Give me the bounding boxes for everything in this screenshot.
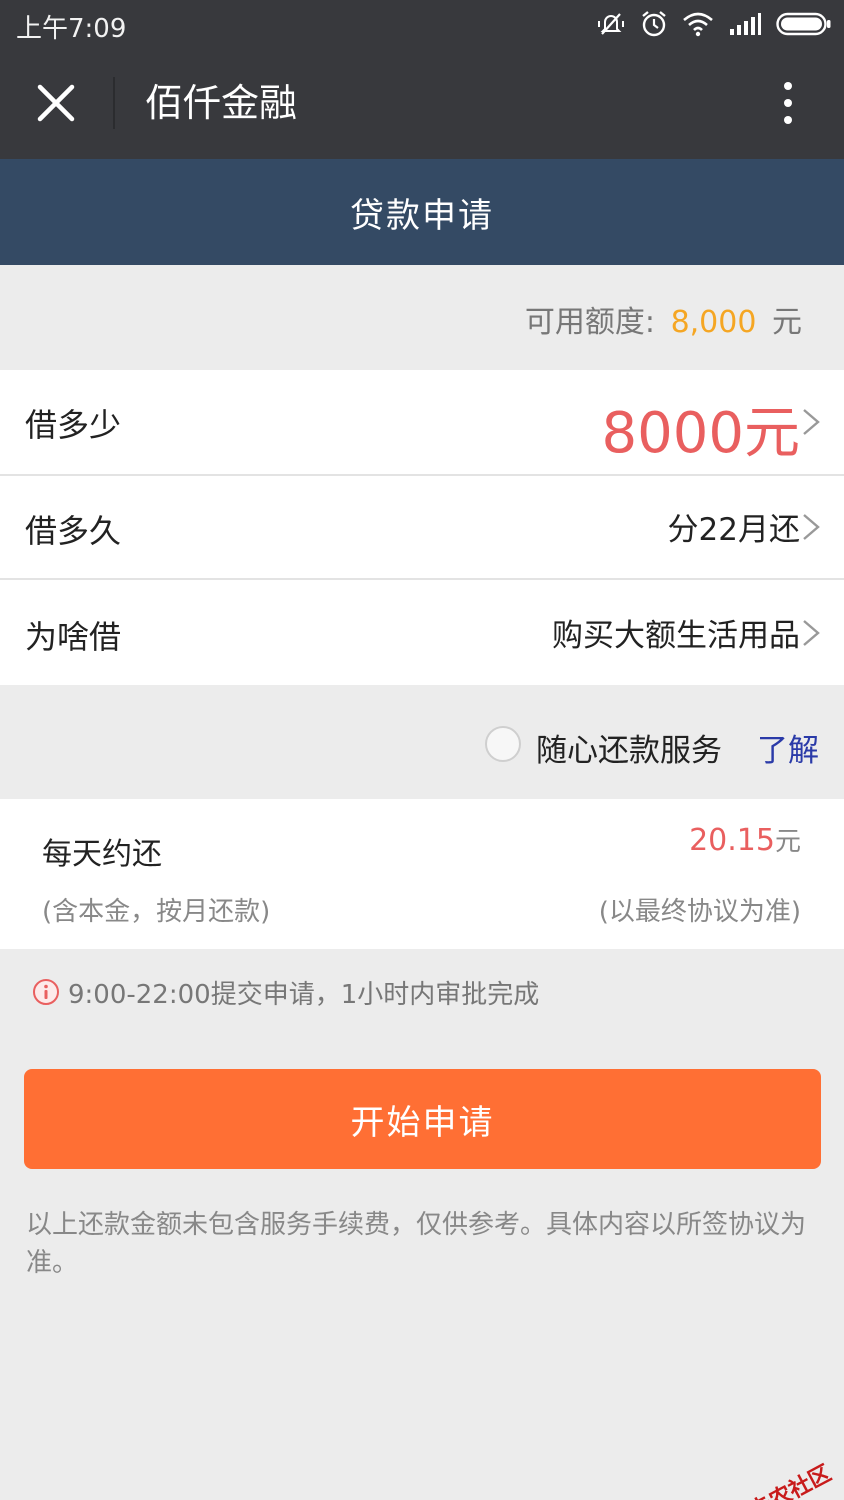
close-icon	[37, 84, 75, 122]
page-header: 贷款申请	[0, 159, 844, 265]
approval-info: 9:00-22:00提交申请，1小时内审批完成	[32, 976, 540, 1010]
service-radio[interactable]	[485, 726, 521, 762]
start-application-button[interactable]: 开始申请	[24, 1069, 821, 1169]
service-label: 随心还款服务	[536, 733, 722, 769]
daily-label: 每天约还	[42, 837, 162, 872]
status-time: 上午7:09	[16, 14, 127, 44]
start-application-label: 开始申请	[350, 1102, 495, 1143]
row-label: 为啥借	[25, 618, 122, 656]
chevron-right-icon	[803, 620, 820, 646]
nav-bar: 佰仟金融	[0, 47, 844, 159]
chevron-right-icon	[803, 409, 820, 435]
info-icon	[33, 979, 59, 1005]
daily-amount-unit: 元	[774, 827, 801, 857]
alarm-icon	[642, 11, 666, 37]
approval-info-text: 9:00-22:00提交申请，1小时内审批完成	[68, 979, 540, 1010]
more-dot-icon	[784, 99, 792, 107]
quota-label: 可用额度:	[524, 305, 656, 340]
disclaimer-text: 以上还款金额未包含服务手续费，仅供参考。具体内容以所签协议为准。	[26, 1210, 807, 1278]
page-title: 贷款申请	[350, 195, 494, 236]
quota-line: 可用额度: 8,000 元	[525, 297, 802, 341]
row-loan-purpose[interactable]: 为啥借 购买大额生活用品	[0, 580, 844, 685]
more-dot-icon	[784, 82, 792, 90]
mute-vibrate-icon	[598, 13, 624, 35]
loan-term-value: 分22月还	[667, 512, 800, 548]
battery-icon	[776, 12, 831, 36]
row-label: 借多少	[25, 406, 122, 444]
more-dot-icon	[784, 116, 792, 124]
loan-amount-value: 8000元	[601, 401, 800, 466]
daily-amount: 20.15元	[689, 821, 801, 858]
chevron-right-icon	[803, 514, 820, 540]
status-icons	[596, 8, 832, 40]
more-menu-button[interactable]	[760, 75, 816, 131]
nav-title: 佰仟金融	[145, 81, 298, 125]
row-label: 借多久	[25, 512, 122, 550]
nav-divider	[113, 77, 115, 129]
daily-amount-number: 20.15	[689, 823, 775, 858]
status-bar: 上午7:09	[0, 0, 844, 47]
signal-icon	[730, 13, 761, 35]
learn-more-link[interactable]: 了解	[757, 725, 819, 770]
loan-purpose-value: 购买大额生活用品	[552, 618, 800, 654]
quota-section: 可用额度: 8,000 元	[0, 265, 844, 370]
watermark: 卡农社区	[717, 1456, 836, 1500]
row-loan-term[interactable]: 借多久 分22月还	[0, 476, 844, 578]
watermark-text: 卡农社区	[746, 1461, 836, 1500]
wifi-icon	[683, 12, 713, 37]
quota-unit: 元	[772, 305, 802, 340]
daily-note-left: (含本金，按月还款)	[42, 897, 271, 927]
daily-repayment-card: 每天约还 20.15元 (含本金，按月还款) (以最终协议为准)	[0, 799, 844, 949]
quota-amount: 8,000	[670, 305, 757, 340]
daily-note-right: (以最终协议为准)	[598, 897, 801, 927]
close-button[interactable]	[22, 69, 90, 137]
row-loan-amount[interactable]: 借多少 8000元	[0, 370, 844, 474]
flexible-repayment-section: 随心还款服务 了解	[0, 685, 844, 799]
